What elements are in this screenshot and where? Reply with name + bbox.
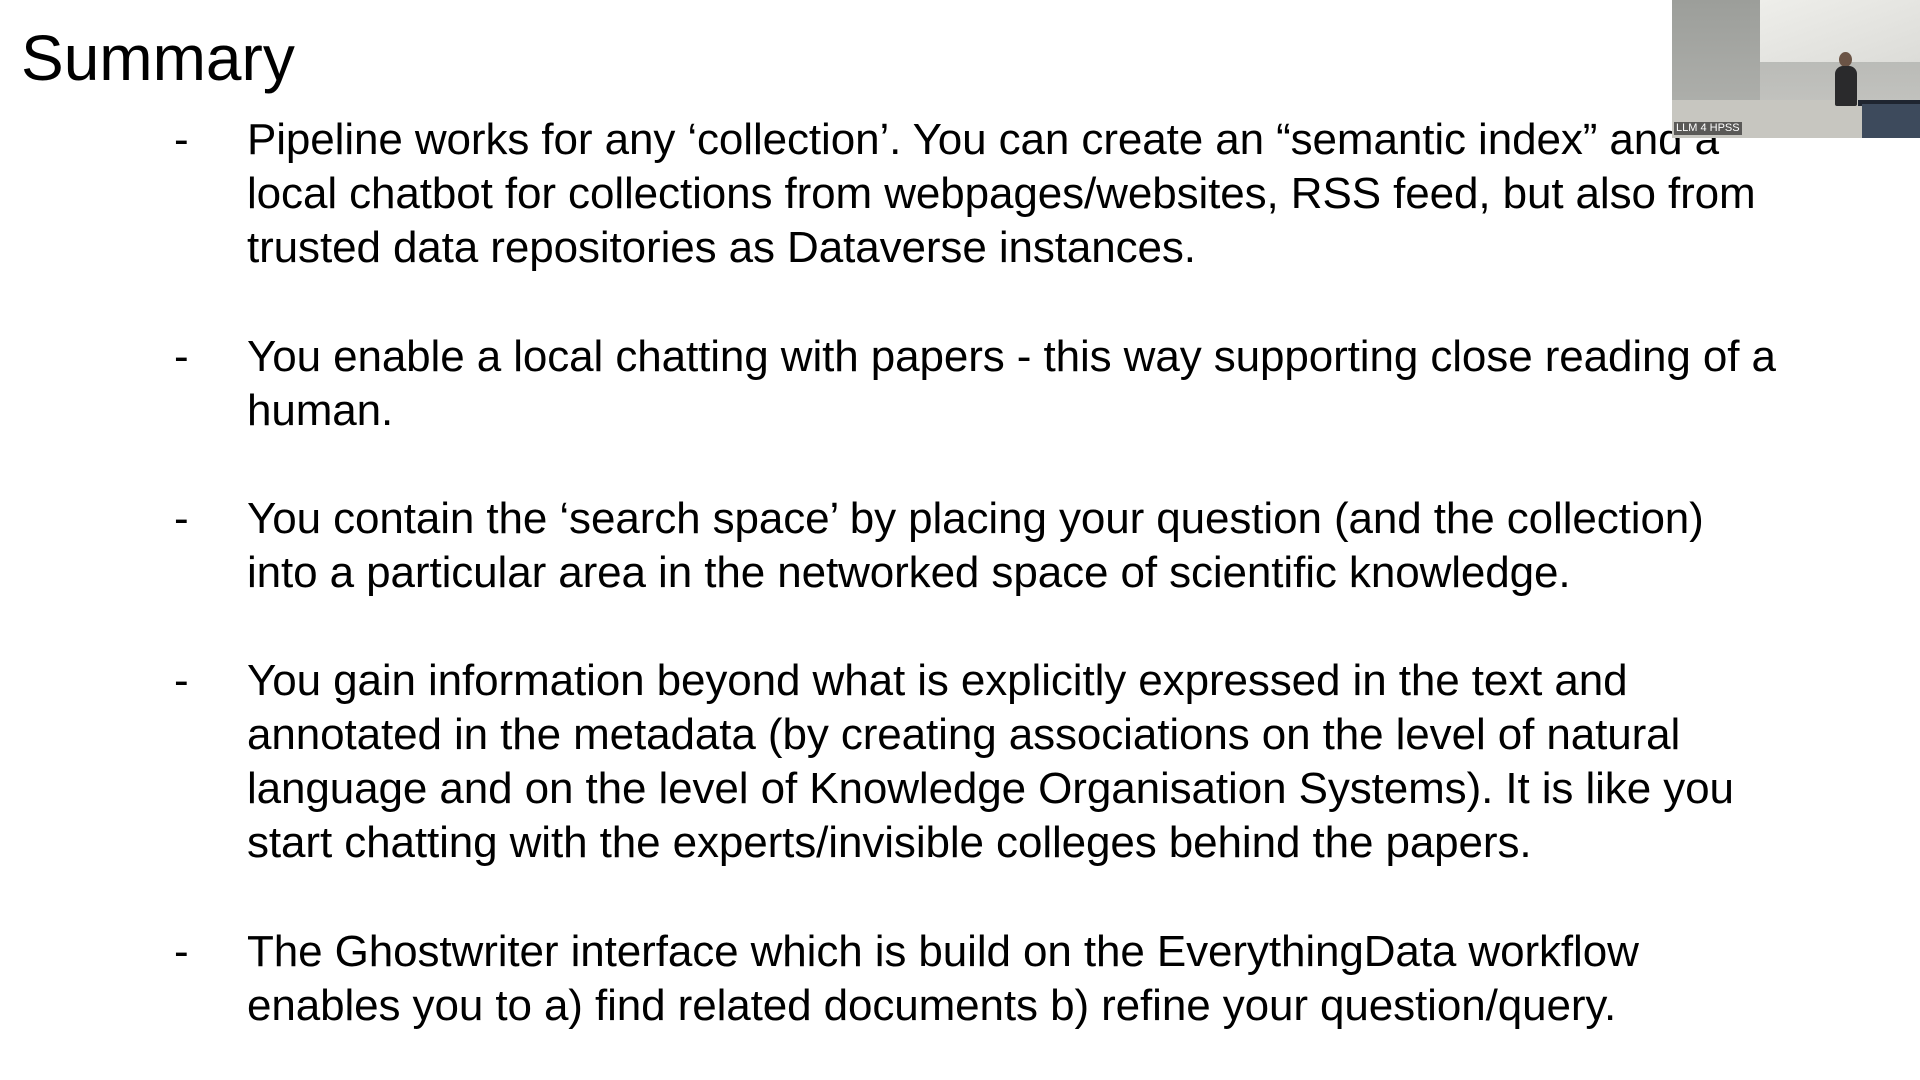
bullet-line: language and on the level of Knowledge O… — [247, 764, 1734, 813]
slide: Summary - Pipeline works for any ‘collec… — [0, 0, 1920, 1080]
bullet-line: local chatbot for collections from webpa… — [247, 169, 1756, 218]
bullet-line: trusted data repositories as Dataverse i… — [247, 223, 1196, 272]
bullet-text: You contain the ‘search space’ by placin… — [247, 492, 1912, 600]
speaker-head — [1839, 52, 1852, 67]
bullet-marker: - — [174, 115, 189, 164]
bullet-line: human. — [247, 386, 394, 435]
bullet-text: You enable a local chatting with papers … — [247, 330, 1912, 438]
bullet-marker: - — [174, 332, 189, 381]
speaker-body — [1835, 66, 1857, 106]
bullet-text: Pipeline works for any ‘collection’. You… — [247, 113, 1912, 275]
bullet-line: annotated in the metadata (by creating a… — [247, 710, 1681, 759]
bullet-line: enables you to a) find related documents… — [247, 981, 1617, 1030]
video-projection-screen — [1760, 0, 1920, 62]
bullet-line: Pipeline works for any ‘collection’. You… — [247, 115, 1720, 164]
bullet-line: into a particular area in the networked … — [247, 548, 1571, 597]
speaker-video-thumbnail[interactable]: LLM 4 HPSS — [1672, 0, 1920, 138]
bullet-line: You gain information beyond what is expl… — [247, 656, 1628, 705]
bullet-line: start chatting with the experts/invisibl… — [247, 818, 1532, 867]
bullet-line: The Ghostwriter interface which is build… — [247, 927, 1639, 976]
bullet-marker: - — [174, 927, 189, 976]
video-caption: LLM 4 HPSS — [1674, 122, 1742, 135]
bullet-text: You gain information beyond what is expl… — [247, 654, 1912, 870]
bullet-line: You contain the ‘search space’ by placin… — [247, 494, 1704, 543]
bullet-marker: - — [174, 656, 189, 705]
bullet-marker: - — [174, 494, 189, 543]
bullet-line: You enable a local chatting with papers … — [247, 332, 1776, 381]
slide-title: Summary — [21, 22, 295, 94]
bullet-text: The Ghostwriter interface which is build… — [247, 925, 1912, 1033]
lectern — [1862, 104, 1920, 138]
